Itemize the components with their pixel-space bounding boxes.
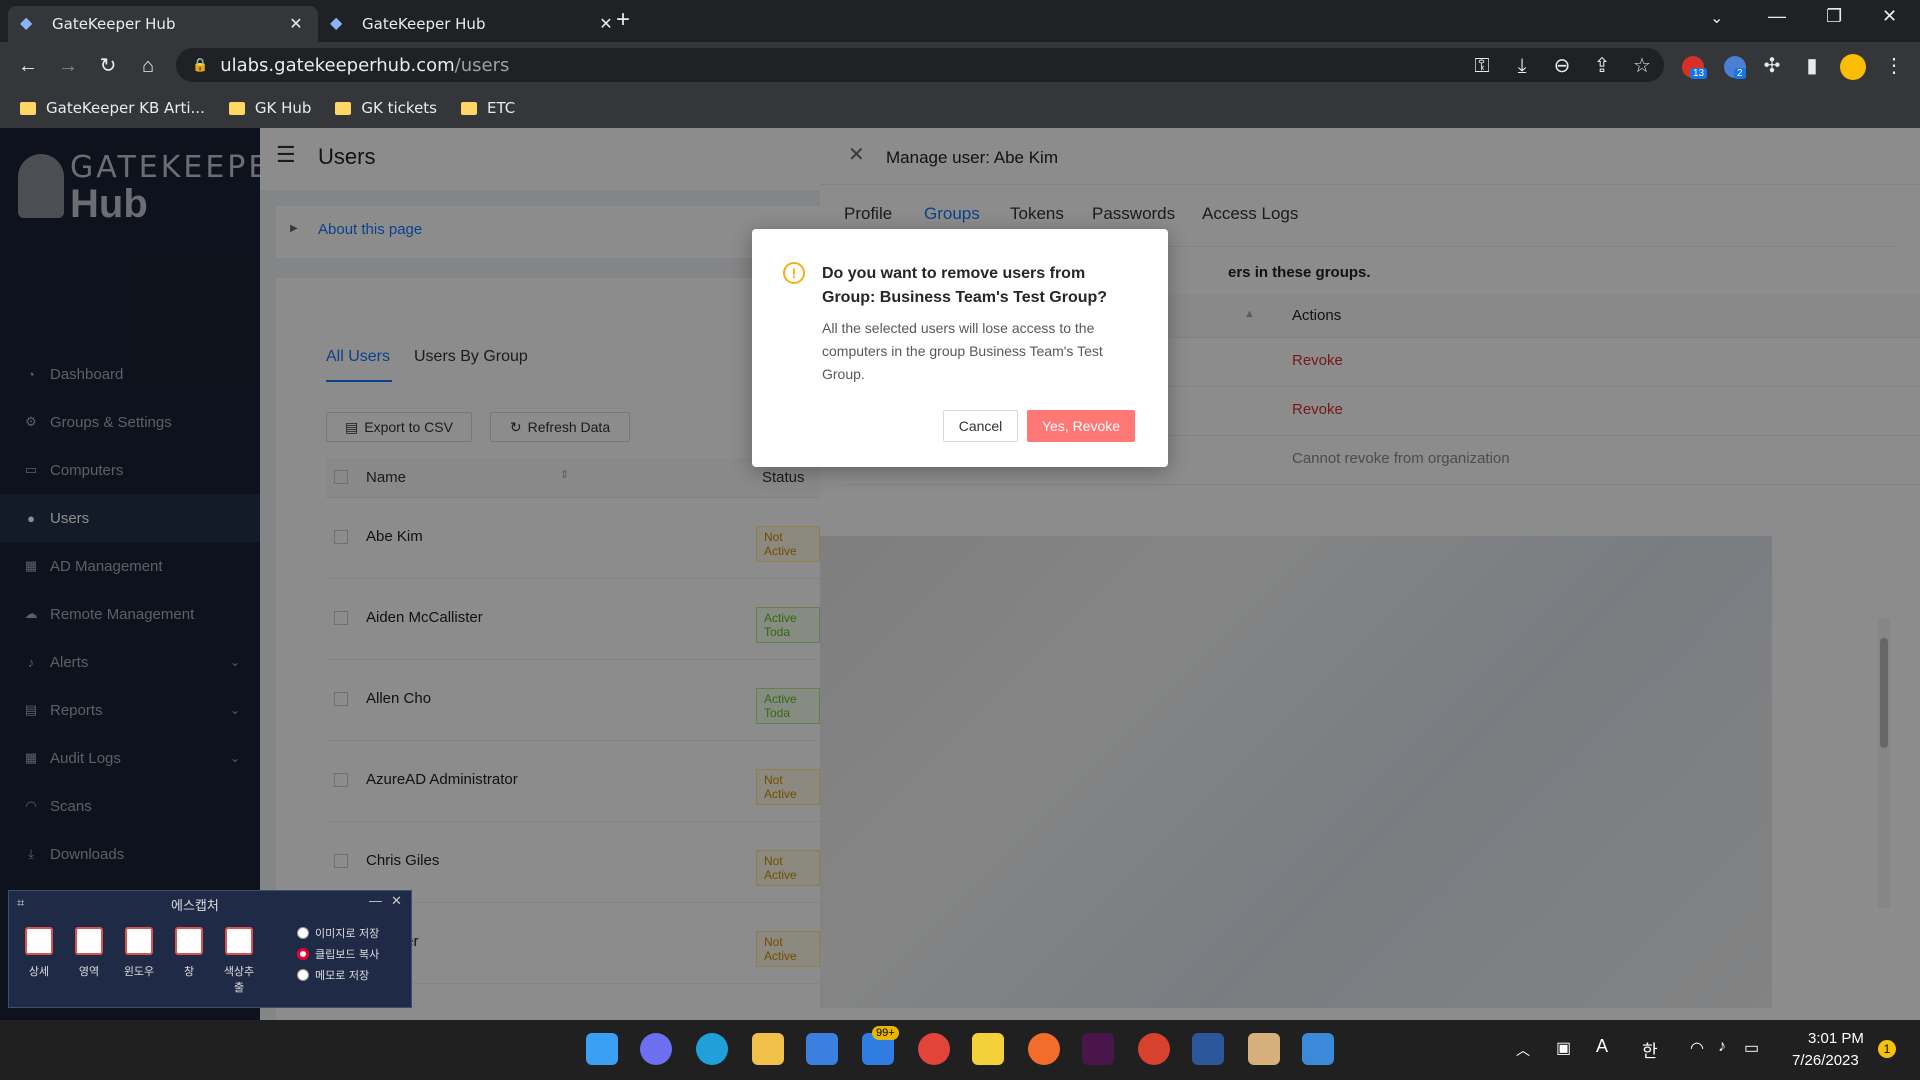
capture-tool-label: 색상추출 bbox=[223, 965, 255, 994]
bookmark-label: ETC bbox=[487, 99, 516, 117]
capture-app-icon: ⌗ bbox=[17, 895, 25, 910]
notification-badge[interactable]: 1 bbox=[1878, 1040, 1896, 1058]
capture-tool-label: 윈도우 bbox=[123, 965, 155, 978]
warning-icon: ! bbox=[783, 262, 805, 284]
minimize-button[interactable]: — bbox=[1768, 6, 1786, 27]
bookmark-gk-hub[interactable]: GK Hub bbox=[228, 99, 312, 117]
cancel-button[interactable]: Cancel bbox=[943, 410, 1018, 442]
capture-tool-1-icon[interactable] bbox=[25, 927, 53, 955]
browser-tab-2[interactable]: ◆ GateKeeper Hub ✕ bbox=[318, 6, 628, 42]
tray-chevron-icon[interactable]: ︿ bbox=[1516, 1040, 1530, 1060]
url-path: /users bbox=[454, 54, 510, 76]
zoom-icon[interactable]: ⊖ bbox=[1548, 52, 1576, 80]
dialog-body: All the selected users will lose access … bbox=[822, 320, 1103, 382]
reload-icon[interactable]: ↻ bbox=[94, 52, 122, 80]
bookmark-label: GateKeeper KB Arti... bbox=[46, 99, 205, 117]
close-tab-icon[interactable]: ✕ bbox=[596, 14, 616, 34]
gatekeeper-favicon-icon: ◆ bbox=[20, 15, 33, 32]
volume-icon[interactable]: ♪ bbox=[1718, 1038, 1726, 1056]
clock-time[interactable]: 3:01 PM bbox=[1808, 1030, 1864, 1047]
tab-title: GateKeeper Hub bbox=[52, 15, 176, 33]
firefox-icon[interactable] bbox=[1028, 1033, 1060, 1065]
capture-tool-3-icon[interactable] bbox=[125, 927, 153, 955]
yes-revoke-button[interactable]: Yes, Revoke bbox=[1027, 410, 1135, 442]
capture-tool-label: 창 bbox=[183, 965, 195, 978]
capture-tool-2-icon[interactable] bbox=[75, 927, 103, 955]
share-icon[interactable]: ⇪ bbox=[1588, 52, 1616, 80]
store-icon[interactable] bbox=[806, 1033, 838, 1065]
capture-title: 에스캡처 bbox=[171, 899, 219, 914]
confirm-dialog: ! Do you want to remove users from Group… bbox=[752, 229, 1168, 467]
file-explorer-icon[interactable] bbox=[752, 1033, 784, 1065]
edge-icon[interactable] bbox=[696, 1033, 728, 1065]
clock-date[interactable]: 7/26/2023 bbox=[1792, 1052, 1859, 1069]
dialog-title: Do you want to remove users from Group: … bbox=[822, 265, 1108, 306]
bookmark-kb[interactable]: GateKeeper KB Arti... bbox=[20, 99, 205, 117]
side-panel-icon[interactable]: ▮ bbox=[1798, 52, 1826, 80]
extension-2-badge: 2 bbox=[1734, 68, 1746, 79]
font-a-icon[interactable]: A bbox=[1596, 1036, 1608, 1057]
chrome-icon[interactable] bbox=[918, 1033, 950, 1065]
tab-title: GateKeeper Hub bbox=[362, 15, 486, 33]
capture-tool-label: 영역 bbox=[78, 965, 100, 978]
restore-button[interactable]: ❐ bbox=[1826, 6, 1842, 27]
start-windows-icon[interactable] bbox=[586, 1033, 618, 1065]
capture-minimize-icon[interactable]: — bbox=[369, 893, 382, 908]
close-window-button[interactable]: ✕ bbox=[1882, 6, 1897, 27]
taskbar bbox=[0, 1020, 1920, 1080]
radio-label: 클립보드 복사 bbox=[315, 948, 380, 961]
capture-taskbar-icon[interactable] bbox=[1248, 1033, 1280, 1065]
radio-label: 이미지로 저장 bbox=[315, 927, 380, 940]
lock-icon: 🔒 bbox=[192, 57, 209, 73]
chrome-profile-icon[interactable] bbox=[1138, 1033, 1170, 1065]
browser-tab-1[interactable]: ◆ GateKeeper Hub ✕ bbox=[8, 6, 318, 42]
address-bar[interactable]: 🔒 ulabs.gatekeeperhub.com/users bbox=[176, 48, 1664, 82]
capture-tool-window: ⌗ 에스캡처 — ✕ 상세 영역 윈도우 창 색상추출 이미지로 저장클립보드 복사메모… bbox=[8, 890, 412, 1008]
forward-icon[interactable]: → bbox=[54, 52, 82, 80]
chat-icon[interactable] bbox=[640, 1033, 672, 1065]
wifi-icon[interactable]: ◠ bbox=[1690, 1038, 1704, 1058]
back-icon[interactable]: ← bbox=[14, 52, 42, 80]
close-tab-icon[interactable]: ✕ bbox=[286, 14, 306, 34]
key-icon[interactable]: ⚿ bbox=[1468, 52, 1496, 80]
extension-1-badge: 13 bbox=[1690, 68, 1708, 79]
capture-close-icon[interactable]: ✕ bbox=[391, 893, 402, 909]
home-icon[interactable]: ⌂ bbox=[134, 52, 162, 80]
bookmark-star-icon[interactable]: ☆ bbox=[1628, 52, 1656, 80]
url-host: ulabs.gatekeeperhub.com bbox=[220, 54, 455, 76]
capture-tool-4-icon[interactable] bbox=[175, 927, 203, 955]
battery-icon[interactable]: ▭ bbox=[1744, 1038, 1759, 1058]
capture-tool-5-icon[interactable] bbox=[225, 927, 253, 955]
radio-button[interactable] bbox=[297, 948, 309, 960]
new-tab-button[interactable]: + bbox=[616, 6, 630, 34]
tray-device-icon[interactable]: ▣ bbox=[1556, 1038, 1571, 1058]
tab-search-icon[interactable]: ⌄ bbox=[1710, 8, 1723, 28]
ime-indicator[interactable]: 한 bbox=[1642, 1037, 1658, 1062]
folder-icon bbox=[335, 101, 352, 115]
folder-icon bbox=[20, 101, 36, 115]
browser-menu-icon[interactable]: ⋮ bbox=[1880, 52, 1908, 80]
folder-icon bbox=[228, 101, 245, 115]
install-icon[interactable]: ⤓ bbox=[1508, 52, 1536, 80]
app-window-icon[interactable] bbox=[1302, 1033, 1334, 1065]
bookmarks-bar: GateKeeper KB Arti... GK Hub GK tickets … bbox=[0, 88, 1920, 128]
capture-tool-label: 상세 bbox=[28, 965, 50, 978]
gatekeeper-favicon-icon: ◆ bbox=[330, 15, 343, 32]
folder-icon bbox=[461, 101, 477, 115]
bookmark-etc[interactable]: ETC bbox=[461, 99, 515, 117]
sticky-notes-icon[interactable] bbox=[972, 1033, 1004, 1065]
radio-button[interactable] bbox=[297, 969, 309, 981]
bookmark-label: GK Hub bbox=[254, 99, 312, 117]
profile-avatar[interactable] bbox=[1840, 54, 1866, 80]
mail-badge: 99+ bbox=[872, 1026, 899, 1040]
bookmark-gk-tickets[interactable]: GK tickets bbox=[335, 99, 437, 117]
radio-label: 메모로 저장 bbox=[315, 969, 370, 982]
word-icon[interactable] bbox=[1192, 1033, 1224, 1065]
radio-button[interactable] bbox=[297, 927, 309, 939]
extensions-puzzle-icon[interactable]: ✣ bbox=[1758, 52, 1786, 80]
slack-icon[interactable] bbox=[1082, 1033, 1114, 1065]
bookmark-label: GK tickets bbox=[361, 99, 437, 117]
